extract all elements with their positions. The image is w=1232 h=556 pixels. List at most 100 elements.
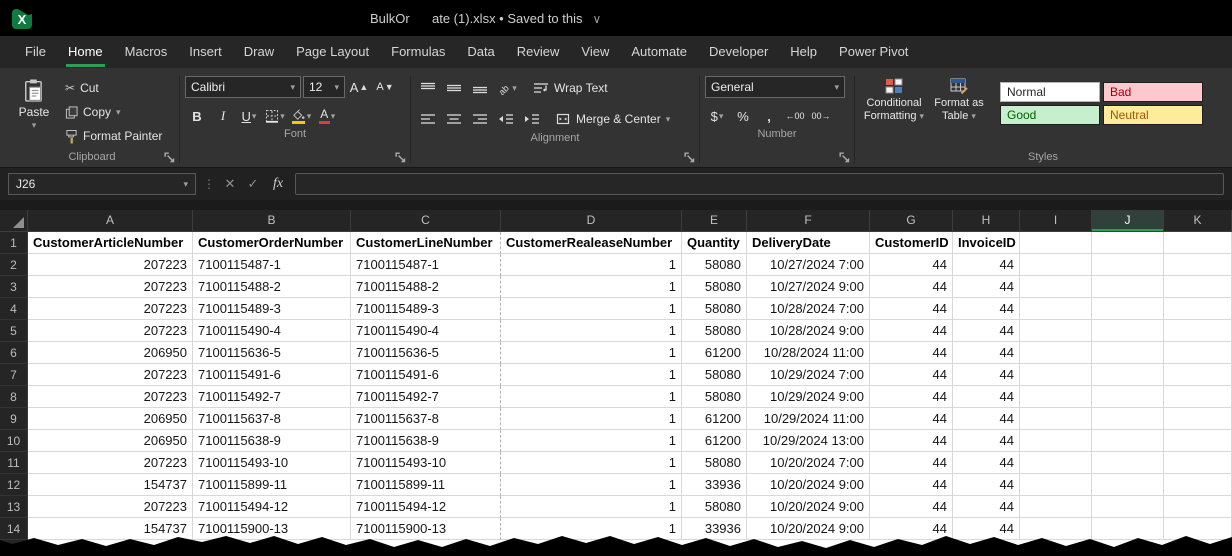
style-good[interactable]: Good [1000, 105, 1100, 125]
italic-button[interactable]: I [211, 105, 235, 127]
cell-E5[interactable]: 58080 [682, 320, 747, 342]
cell-H6[interactable]: 44 [953, 342, 1020, 364]
format-as-table-button[interactable]: Format as Table ▾ [928, 76, 990, 123]
row-header-7[interactable]: 7 [0, 364, 28, 386]
cell-J9[interactable] [1092, 408, 1164, 430]
column-header-D[interactable]: D [501, 210, 682, 231]
cell-D1[interactable]: CustomerRealeaseNumber [501, 232, 682, 254]
tab-insert[interactable]: Insert [178, 36, 233, 68]
cell-C1[interactable]: CustomerLineNumber [351, 232, 501, 254]
cell-E1[interactable]: Quantity [682, 232, 747, 254]
cell-K11[interactable] [1164, 452, 1232, 474]
cell-B5[interactable]: 7100115490-4 [193, 320, 351, 342]
tab-review[interactable]: Review [506, 36, 571, 68]
cell-C5[interactable]: 7100115490-4 [351, 320, 501, 342]
cell-J12[interactable] [1092, 474, 1164, 496]
cell-A3[interactable]: 207223 [28, 276, 193, 298]
cell-A8[interactable]: 207223 [28, 386, 193, 408]
cell-F13[interactable]: 10/20/2024 9:00 [747, 496, 870, 518]
column-header-F[interactable]: F [747, 210, 870, 231]
cell-D8[interactable]: 1 [501, 386, 682, 408]
wrap-text-button[interactable]: Wrap Text [528, 76, 613, 100]
cell-B3[interactable]: 7100115488-2 [193, 276, 351, 298]
cell-H14[interactable]: 44 [953, 518, 1020, 540]
cell-K5[interactable] [1164, 320, 1232, 342]
cell-K14[interactable] [1164, 518, 1232, 540]
cell-B11[interactable]: 7100115493-10 [193, 452, 351, 474]
borders-button[interactable]: ▾ [263, 105, 287, 127]
cell-A6[interactable]: 206950 [28, 342, 193, 364]
cell-F7[interactable]: 10/29/2024 7:00 [747, 364, 870, 386]
column-header-K[interactable]: K [1164, 210, 1232, 231]
row-header-2[interactable]: 2 [0, 254, 28, 276]
excel-app-icon[interactable]: X [12, 9, 32, 29]
cell-A7[interactable]: 207223 [28, 364, 193, 386]
cell-A9[interactable]: 206950 [28, 408, 193, 430]
cell-E10[interactable]: 61200 [682, 430, 747, 452]
cell-E7[interactable]: 58080 [682, 364, 747, 386]
cell-F12[interactable]: 10/20/2024 9:00 [747, 474, 870, 496]
cell-E2[interactable]: 58080 [682, 254, 747, 276]
row-header-6[interactable]: 6 [0, 342, 28, 364]
align-top-button[interactable] [416, 77, 440, 99]
cell-A11[interactable]: 207223 [28, 452, 193, 474]
cell-I11[interactable] [1020, 452, 1092, 474]
cell-H3[interactable]: 44 [953, 276, 1020, 298]
cell-C13[interactable]: 7100115494-12 [351, 496, 501, 518]
style-neutral[interactable]: Neutral [1103, 105, 1203, 125]
cell-H1[interactable]: InvoiceID [953, 232, 1020, 254]
cell-I12[interactable] [1020, 474, 1092, 496]
cell-B12[interactable]: 7100115899-11 [193, 474, 351, 496]
cell-G13[interactable]: 44 [870, 496, 953, 518]
row-header-10[interactable]: 10 [0, 430, 28, 452]
cell-F1[interactable]: DeliveryDate [747, 232, 870, 254]
tab-automate[interactable]: Automate [620, 36, 698, 68]
cell-A4[interactable]: 207223 [28, 298, 193, 320]
column-header-H[interactable]: H [953, 210, 1020, 231]
cell-C6[interactable]: 7100115636-5 [351, 342, 501, 364]
cell-I4[interactable] [1020, 298, 1092, 320]
cell-K9[interactable] [1164, 408, 1232, 430]
cell-D6[interactable]: 1 [501, 342, 682, 364]
cell-J3[interactable] [1092, 276, 1164, 298]
cell-D13[interactable]: 1 [501, 496, 682, 518]
cell-D11[interactable]: 1 [501, 452, 682, 474]
column-header-B[interactable]: B [193, 210, 351, 231]
cell-J6[interactable] [1092, 342, 1164, 364]
cell-C12[interactable]: 7100115899-11 [351, 474, 501, 496]
cell-I1[interactable] [1020, 232, 1092, 254]
underline-button[interactable]: U ▾ [237, 105, 261, 127]
format-painter-button[interactable]: Format Painter [60, 124, 167, 148]
cell-F6[interactable]: 10/28/2024 11:00 [747, 342, 870, 364]
cell-A10[interactable]: 206950 [28, 430, 193, 452]
number-format-select[interactable]: General ▾ [705, 76, 845, 98]
cell-E14[interactable]: 33936 [682, 518, 747, 540]
clipboard-dialog-launcher[interactable] [164, 152, 176, 164]
increase-indent-button[interactable] [520, 108, 544, 130]
tab-formulas[interactable]: Formulas [380, 36, 456, 68]
formula-bar-resize-handle[interactable]: ⋮ [203, 177, 215, 191]
cell-K13[interactable] [1164, 496, 1232, 518]
cell-K3[interactable] [1164, 276, 1232, 298]
cell-A12[interactable]: 154737 [28, 474, 193, 496]
cell-B7[interactable]: 7100115491-6 [193, 364, 351, 386]
font-dialog-launcher[interactable] [395, 152, 407, 164]
column-header-E[interactable]: E [682, 210, 747, 231]
tab-data[interactable]: Data [456, 36, 505, 68]
cell-I14[interactable] [1020, 518, 1092, 540]
cell-J7[interactable] [1092, 364, 1164, 386]
increase-font-button[interactable]: A▲ [347, 76, 371, 98]
cancel-icon[interactable]: ✕ [222, 176, 238, 192]
cell-F5[interactable]: 10/28/2024 9:00 [747, 320, 870, 342]
tab-help[interactable]: Help [779, 36, 828, 68]
cell-I8[interactable] [1020, 386, 1092, 408]
cell-F9[interactable]: 10/29/2024 11:00 [747, 408, 870, 430]
decrease-font-button[interactable]: A▼ [373, 76, 397, 98]
cell-G10[interactable]: 44 [870, 430, 953, 452]
cell-E3[interactable]: 58080 [682, 276, 747, 298]
name-box[interactable]: J26 ▾ [8, 173, 196, 195]
decrease-decimal-button[interactable]: 00→ [809, 105, 833, 127]
select-all-button[interactable] [0, 210, 28, 231]
cell-C14[interactable]: 7100115900-13 [351, 518, 501, 540]
row-header-9[interactable]: 9 [0, 408, 28, 430]
